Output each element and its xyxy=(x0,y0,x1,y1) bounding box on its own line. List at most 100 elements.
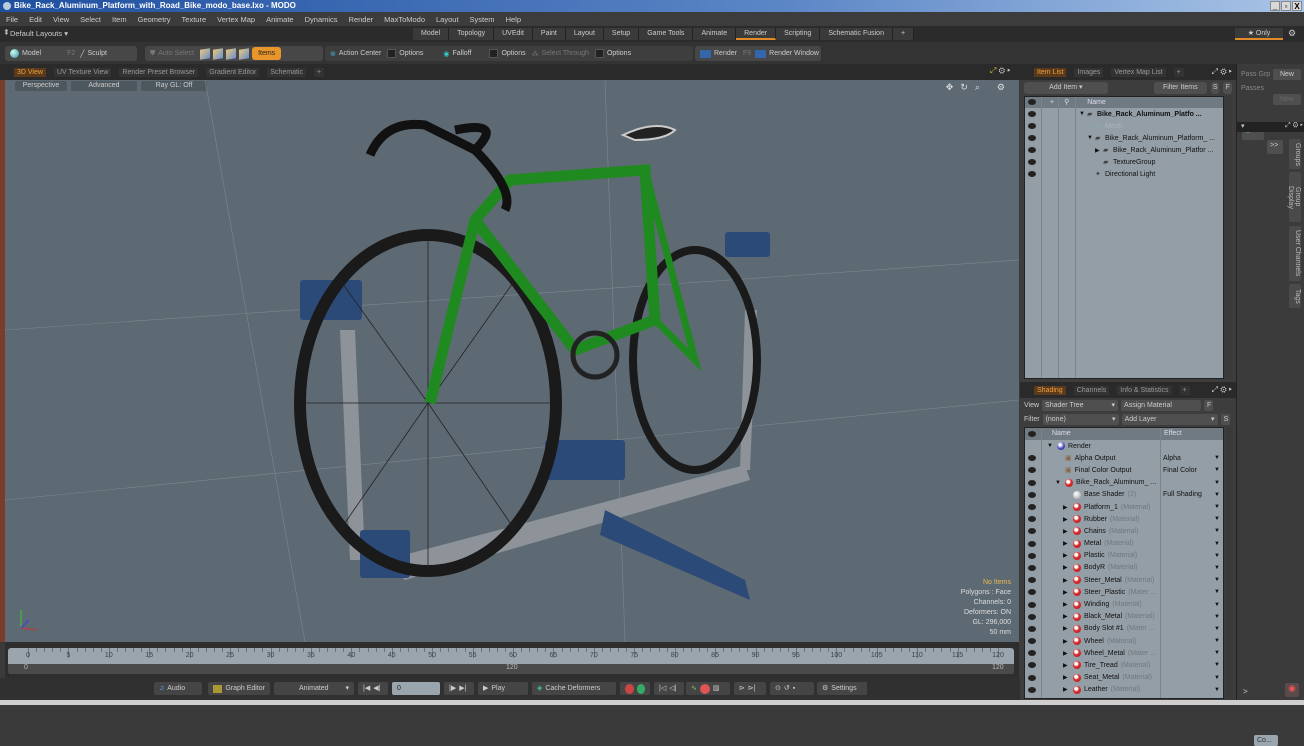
view-dropdown[interactable]: Shader Tree ▾ xyxy=(1042,400,1119,411)
model-button[interactable]: Model xyxy=(10,49,41,58)
tree-arrow-icon[interactable]: ▶ xyxy=(1063,650,1068,657)
new-pass-button[interactable]: New xyxy=(1273,94,1301,105)
visibility-eye-icon[interactable] xyxy=(1028,577,1036,584)
shader-tree-row[interactable]: ▶ Chains (Material) ▼ xyxy=(1025,525,1223,537)
tree-arrow-icon[interactable]: ▶ xyxy=(1063,540,1068,547)
effect-dropdown-icon[interactable]: ▼ xyxy=(1214,467,1220,473)
visibility-eye-icon[interactable] xyxy=(1028,686,1036,693)
tree-arrow-icon[interactable]: ▶ xyxy=(1063,516,1068,523)
menu-layout[interactable]: Layout xyxy=(436,15,459,24)
visibility-eye-icon[interactable] xyxy=(1028,491,1036,498)
new-pass-group-button[interactable]: New xyxy=(1273,69,1301,80)
key-buttons[interactable]: ∿ ▨ xyxy=(686,682,730,695)
shading-tab-channels[interactable]: Channels xyxy=(1073,385,1110,395)
layout-tab-animate[interactable]: Animate xyxy=(693,28,737,40)
effect-dropdown-icon[interactable]: ▼ xyxy=(1214,541,1220,547)
item-list-tab-item-list[interactable]: Item List xyxy=(1034,67,1067,77)
expand-button[interactable]: >> xyxy=(1267,140,1283,154)
timeline[interactable]: 0 120 120 0 5 10 15 20 25 30 35 40 45 50 55 60 65 70 75… xyxy=(5,642,1019,678)
tree-arrow-icon[interactable]: ▶ xyxy=(1063,528,1068,535)
close-button[interactable]: X xyxy=(1292,1,1302,11)
item-list-row[interactable]: ◍ Mesh xyxy=(1025,120,1223,132)
menu-select[interactable]: Select xyxy=(80,15,101,24)
materials-mode-icon[interactable] xyxy=(239,47,250,60)
polygons-mode-icon[interactable] xyxy=(226,47,237,60)
visibility-eye-icon[interactable] xyxy=(1028,564,1036,571)
visibility-eye-icon[interactable] xyxy=(1028,674,1036,681)
action-center-button[interactable]: ⊕ Action Center xyxy=(330,50,381,58)
layout-tab-paint[interactable]: Paint xyxy=(532,28,566,40)
layout-tab-render[interactable]: Render xyxy=(736,28,777,40)
menu-system[interactable]: System xyxy=(470,15,495,24)
minimize-button[interactable]: _ xyxy=(1270,1,1280,11)
viewport-tab--[interactable]: + xyxy=(314,67,325,77)
tab-group-display[interactable]: Group Display xyxy=(1287,172,1301,222)
tree-arrow-icon[interactable]: ▶ xyxy=(1063,686,1068,693)
menu-dynamics[interactable]: Dynamics xyxy=(305,15,338,24)
animated-dropdown[interactable]: Animated ▾ xyxy=(274,682,354,695)
menu-file[interactable]: File xyxy=(6,15,18,24)
effect-dropdown-icon[interactable]: ▼ xyxy=(1214,480,1220,486)
maximize-button[interactable]: ▫ xyxy=(1281,1,1291,11)
item-list-row[interactable]: ▼ ▰ Bike_Rack_Aluminum_Platfo ... xyxy=(1025,108,1223,120)
vertices-mode-icon[interactable] xyxy=(200,47,211,60)
tree-arrow-icon[interactable]: ▶ xyxy=(1095,147,1100,154)
effect-dropdown-icon[interactable]: ▼ xyxy=(1214,528,1220,534)
viewport-tab-uv-texture-view[interactable]: UV Texture View xyxy=(53,67,112,77)
skip-prev-buttons[interactable]: |◀ ◀| xyxy=(358,682,388,695)
gear-icon[interactable]: ⚙ xyxy=(1288,28,1296,39)
visibility-eye-icon[interactable] xyxy=(1028,479,1036,486)
add-item-dropdown[interactable]: Add Item ▾ xyxy=(1024,82,1108,94)
render-button[interactable]: Render xyxy=(700,49,737,58)
tree-arrow-icon[interactable]: ▶ xyxy=(1063,589,1068,596)
menu-maxtomodo[interactable]: MaxToModo xyxy=(384,15,425,24)
viewport-panel-controls[interactable]: ⤢ ⚙ ▸ xyxy=(990,66,1010,76)
layout-tab-setup[interactable]: Setup xyxy=(603,28,640,40)
effect-dropdown-icon[interactable]: ▼ xyxy=(1214,602,1220,608)
visibility-eye-icon[interactable] xyxy=(1028,540,1036,547)
menu-geometry[interactable]: Geometry xyxy=(138,15,171,24)
panel-controls[interactable]: ⤢ ⚙ ▸ xyxy=(1212,385,1232,395)
shader-tree-row[interactable]: ▶ Body Slot #1 (Mater ... ▼ xyxy=(1025,623,1223,635)
effect-dropdown-icon[interactable]: ▼ xyxy=(1214,516,1220,522)
viewport-tab-render-preset-browser[interactable]: Render Preset Browser xyxy=(119,67,199,77)
visibility-eye-icon[interactable] xyxy=(1028,123,1036,129)
visibility-eye-icon[interactable] xyxy=(1028,589,1036,596)
shader-tree-row[interactable]: ▶ Steer_Plastic (Mater ... ▼ xyxy=(1025,586,1223,598)
shader-tree-row[interactable]: ▶ Tire_Tread (Material) ▼ xyxy=(1025,659,1223,671)
default-layouts-dropdown[interactable]: Default Layouts ▾ xyxy=(10,29,68,38)
effect-dropdown-icon[interactable]: ▼ xyxy=(1214,614,1220,620)
shader-tree-row[interactable]: ▣ Alpha Output Alpha ▼ xyxy=(1025,452,1223,464)
layout-tab-topology[interactable]: Topology xyxy=(449,28,495,40)
layout-tab--[interactable]: + xyxy=(892,28,915,40)
menu-item[interactable]: Item xyxy=(112,15,127,24)
layout-tab-scripting[interactable]: Scripting xyxy=(776,28,821,40)
visibility-eye-icon[interactable] xyxy=(1028,135,1036,141)
visibility-eye-icon[interactable] xyxy=(1028,467,1036,474)
select-through-button[interactable]: ⁂ Select Through xyxy=(532,50,589,58)
tab-groups[interactable]: Groups xyxy=(1289,139,1301,169)
shader-tree-row[interactable]: ▶ Plastic (Material) ▼ xyxy=(1025,550,1223,562)
visibility-eye-icon[interactable] xyxy=(1028,159,1036,165)
menu-help[interactable]: Help xyxy=(506,15,521,24)
effect-dropdown-icon[interactable]: ▼ xyxy=(1214,589,1220,595)
assign-material-button[interactable]: Assign Material xyxy=(1121,400,1202,411)
shader-tree-row[interactable]: ▶ Platform_1 (Material) ▼ xyxy=(1025,501,1223,513)
viewport-tab-gradient-editor[interactable]: Gradient Editor xyxy=(206,67,260,77)
range-buttons[interactable]: ⊳ ⊳| xyxy=(734,682,766,695)
tree-arrow-icon[interactable]: ▶ xyxy=(1063,601,1068,608)
layout-upload-icon[interactable]: ⇞ xyxy=(3,28,10,37)
menu-vertex-map[interactable]: Vertex Map xyxy=(217,15,255,24)
menu-render[interactable]: Render xyxy=(349,15,374,24)
item-list-row[interactable]: ▼ ▰ Bike_Rack_Aluminum_Platform_ ... xyxy=(1025,132,1223,144)
panel-controls[interactable]: ⤢ ⚙ ▸ xyxy=(1212,67,1232,77)
shader-tree-row[interactable]: ▶ BodyR (Material) ▼ xyxy=(1025,562,1223,574)
item-list-scrollbar[interactable] xyxy=(1224,96,1232,379)
shader-tree-row[interactable]: ▼ Bike_Rack_Aluminum_ ... ▼ xyxy=(1025,477,1223,489)
effect-dropdown-icon[interactable]: ▼ xyxy=(1214,675,1220,681)
layout-tab-layout[interactable]: Layout xyxy=(565,28,604,40)
menu-animate[interactable]: Animate xyxy=(266,15,294,24)
shader-tree[interactable]: Name Effect ▼ Render ▣ Alpha Output Alpha ▼ ▣ F… xyxy=(1024,427,1224,699)
tree-arrow-icon[interactable]: ▶ xyxy=(1063,638,1068,645)
f-button[interactable]: F xyxy=(1223,82,1232,94)
